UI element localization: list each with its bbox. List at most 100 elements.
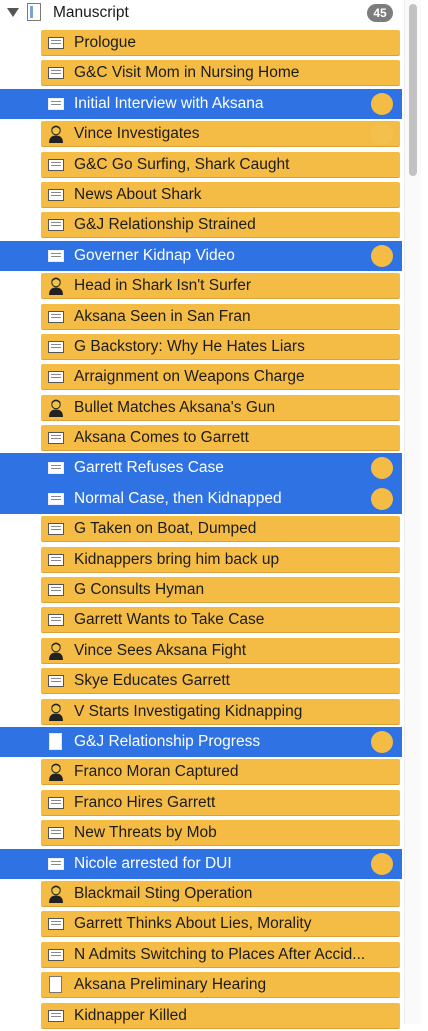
character-icon [48,885,64,903]
vertical-scrollbar[interactable] [404,0,421,1024]
binder-item-label: G&C Visit Mom in Nursing Home [74,64,300,82]
text-icon [48,37,64,49]
binder-item[interactable]: Aksana Comes to Garrett [0,423,402,453]
binder-item[interactable]: Kidnappers bring him back up [0,545,402,575]
binder-item-label: V Starts Investigating Kidnapping [74,702,303,720]
binder-item[interactable]: Skye Educates Garrett [0,666,402,696]
disclosure-triangle-icon[interactable] [7,8,19,17]
status-dot-icon [371,852,393,875]
binder-item-label: Aksana Seen in San Fran [74,307,251,325]
binder-item[interactable]: Vince Sees Aksana Fight [0,636,402,666]
binder-item[interactable]: Franco Hires Garrett [0,788,402,818]
binder-item[interactable]: Nicole arrested for DUI [0,848,402,879]
text-icon [48,158,64,171]
binder-item[interactable]: Aksana Seen in San Fran [0,302,402,332]
binder-item-label: G Backstory: Why He Hates Liars [74,337,305,355]
text-icon [48,675,64,688]
binder-item-label: G Taken on Boat, Dumped [74,520,257,538]
binder-item-label: Aksana Preliminary Hearing [74,976,267,994]
binder-item[interactable]: G Backstory: Why He Hates Liars [0,332,402,362]
status-dot-icon [371,123,393,146]
text-icon [48,918,64,931]
text-icon [48,462,64,475]
binder-item[interactable]: Kidnapper Killed [0,1001,402,1031]
blank-icon [49,976,62,994]
text-icon [48,523,64,536]
binder-item[interactable]: Head in Shark Isn't Surfer [0,271,402,301]
text-icon [48,827,64,840]
binder-item-label: Blackmail Sting Operation [74,884,253,902]
binder-item-label: Garrett Thinks About Lies, Morality [74,915,312,933]
binder-item[interactable]: Initial Interview with Aksana [0,88,402,120]
binder-item-label: Bullet Matches Aksana's Gun [74,398,276,416]
manuscript-folder-icon [27,3,41,21]
item-count-badge: 45 [367,4,393,22]
binder-item-label: Vince Investigates [74,125,200,143]
text-icon [48,584,64,597]
text-icon [48,340,64,353]
binder-item-label: Franco Moran Captured [74,763,239,781]
text-icon [48,857,64,870]
text-icon [48,371,64,384]
binder-item-label: Nicole arrested for DUI [74,854,232,872]
text-icon [48,249,64,262]
text-icon [48,492,64,505]
binder-item[interactable]: Normal Case, then Kidnapped [0,483,402,515]
binder-item-label: G Consults Hyman [74,581,205,599]
binder-item-label: News About Shark [74,185,202,203]
binder-item[interactable]: Garrett Thinks About Lies, Morality [0,909,402,939]
text-icon [48,614,64,627]
binder-item[interactable]: G&C Visit Mom in Nursing Home [0,58,402,88]
binder-item-label: Initial Interview with Aksana [74,94,264,112]
text-icon [48,97,64,110]
binder-item[interactable]: Vince Investigates [0,119,402,149]
binder-item[interactable]: Prologue [0,28,402,58]
binder-item-label: Arraignment on Weapons Charge [74,368,305,386]
binder-item[interactable]: G Taken on Boat, Dumped [0,514,402,544]
binder-item[interactable]: Governer Kidnap Video [0,240,402,272]
binder-item-label: Head in Shark Isn't Surfer [74,277,251,295]
binder-item-label: Kidnappers bring him back up [74,550,280,568]
binder-item-label: Aksana Comes to Garrett [74,429,249,447]
binder-item-label: New Threats by Mob [74,824,217,842]
text-icon [48,432,64,445]
binder-title: Manuscript [53,4,129,21]
binder-item[interactable]: Franco Moran Captured [0,757,402,787]
binder-item[interactable]: N Admits Switching to Places After Accid… [0,940,402,970]
binder-item-label: G&J Relationship Strained [74,216,256,234]
binder-item[interactable]: Garrett Wants to Take Case [0,605,402,635]
binder-header[interactable]: Manuscript 45 [0,0,400,28]
binder-item-label: Skye Educates Garrett [74,672,230,690]
binder-item[interactable]: G&J Relationship Strained [0,210,402,240]
binder-item-label: Franco Hires Garrett [74,793,216,811]
binder-item[interactable]: New Threats by Mob [0,818,402,848]
binder-item[interactable]: V Starts Investigating Kidnapping [0,697,402,727]
character-icon [48,399,64,417]
blank-icon [49,732,62,750]
text-icon [48,188,64,201]
text-icon [48,310,64,323]
binder-item[interactable]: Arraignment on Weapons Charge [0,362,402,392]
text-icon [48,1009,64,1022]
binder-item[interactable]: G Consults Hyman [0,575,402,605]
text-icon [48,219,64,232]
character-icon [48,763,64,782]
status-dot-icon [371,730,393,753]
text-icon [48,796,64,809]
status-dot-icon [371,92,393,115]
binder-item[interactable]: Garrett Refuses Case [0,453,402,484]
text-icon [48,67,64,80]
binder-item[interactable]: G&J Relationship Progress [0,726,402,758]
binder-item[interactable]: Aksana Preliminary Hearing [0,970,402,1000]
binder-item[interactable]: G&C Go Surfing, Shark Caught [0,150,402,180]
binder-item[interactable]: Bullet Matches Aksana's Gun [0,393,402,423]
binder-item[interactable]: News About Shark [0,180,402,210]
binder-item[interactable]: Blackmail Sting Operation [0,879,402,909]
status-dot-icon [371,487,393,510]
binder-item-label: G&J Relationship Progress [74,732,261,750]
scroll-thumb[interactable] [409,4,417,176]
binder-item-label: Prologue [74,34,137,51]
binder-item-label: Garrett Refuses Case [74,459,224,477]
binder-item-label: Vince Sees Aksana Fight [74,641,247,659]
text-icon [48,948,64,961]
